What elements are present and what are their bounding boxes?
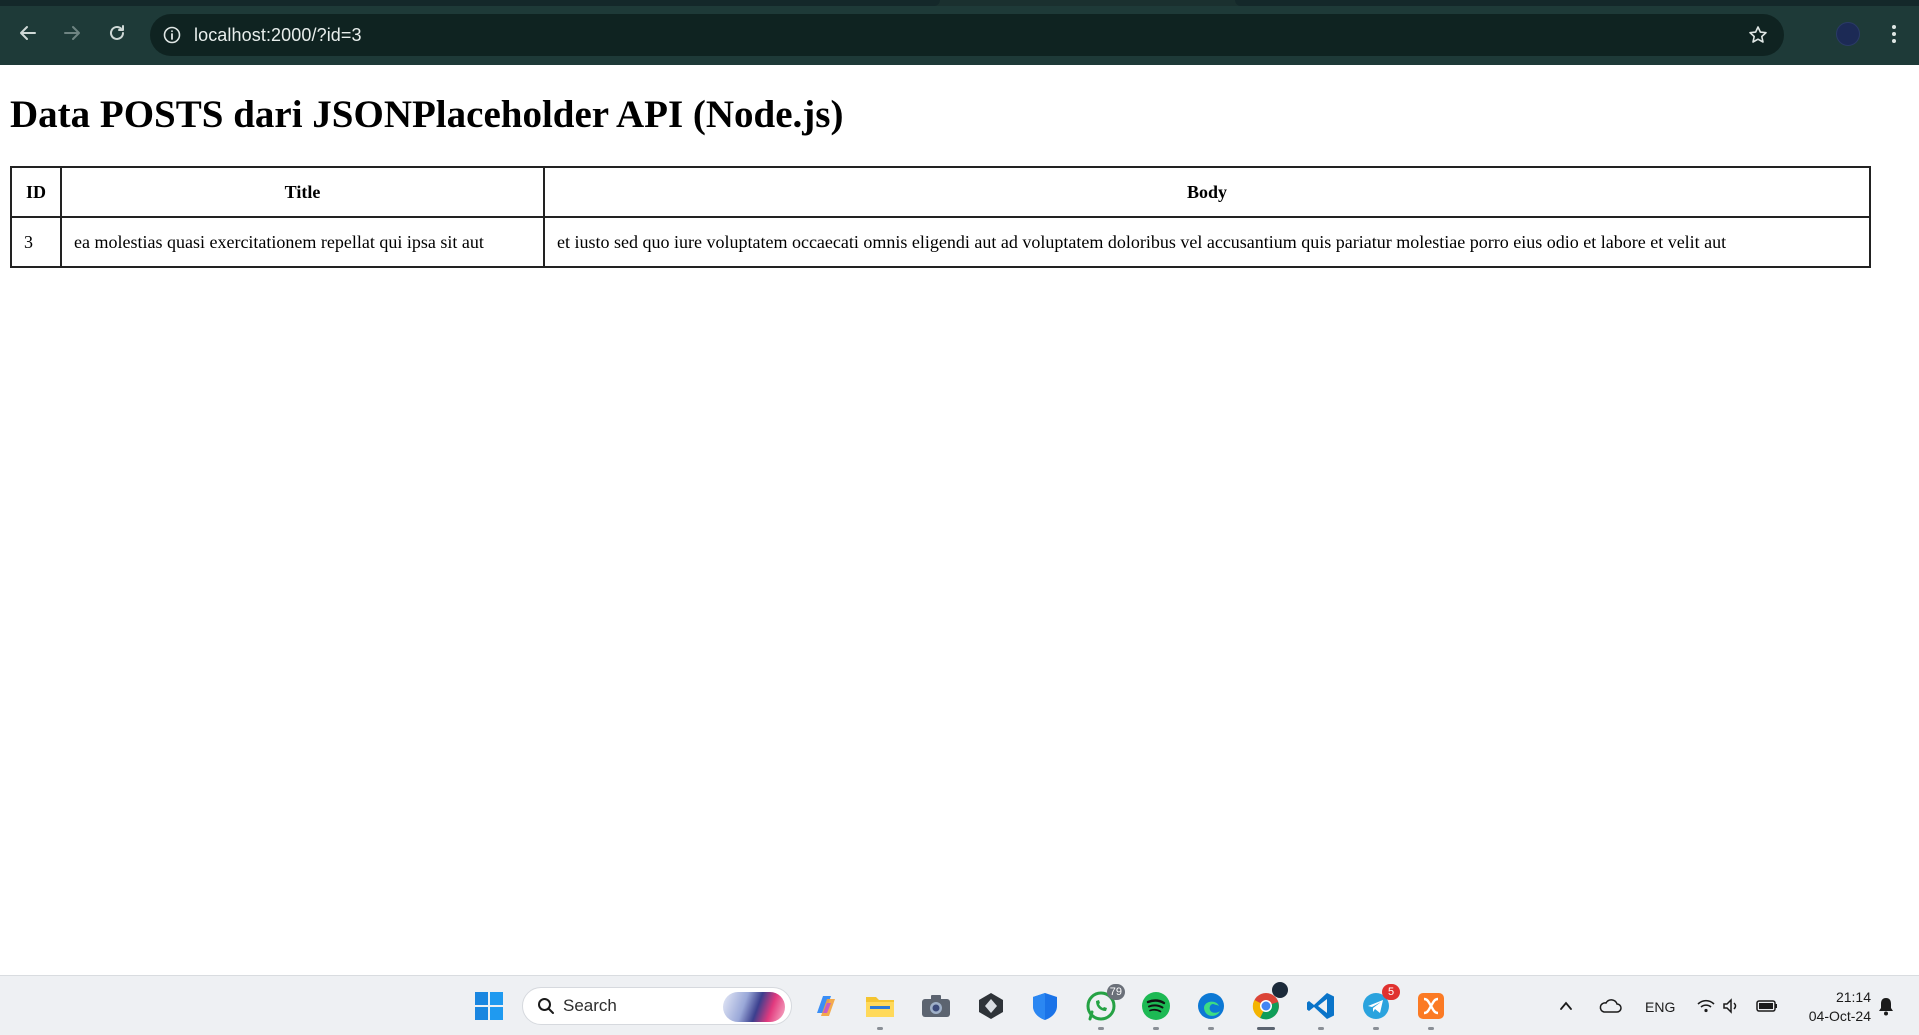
hexagon-app-icon (979, 993, 1003, 1019)
page-title: Data POSTS dari JSONPlaceholder API (Nod… (10, 93, 844, 136)
reload-icon (110, 25, 124, 40)
clock-date[interactable]: 04-Oct-24 (1796, 1008, 1871, 1024)
clock-time[interactable]: 21:14 (1829, 989, 1871, 1005)
cell-id: 3 (10, 216, 62, 268)
chevron-up-icon (1560, 1001, 1572, 1010)
table-header-row: ID Title Body (10, 166, 1871, 218)
show-hidden-icons[interactable] (1554, 988, 1578, 1024)
tab-strip (0, 0, 1919, 6)
security-app[interactable] (1027, 988, 1063, 1024)
arrow-right-icon (64, 26, 80, 40)
cloud-icon (1599, 999, 1622, 1013)
running-indicator (1098, 1027, 1104, 1030)
posts-table: ID Title Body 3 ea molestias quasi exerc… (10, 166, 1871, 268)
site-info-icon[interactable] (150, 14, 194, 56)
language-indicator[interactable]: ENG (1645, 999, 1675, 1015)
cell-body: et iusto sed quo iure voluptatem occaeca… (543, 216, 1871, 268)
camera-app[interactable] (918, 988, 954, 1024)
vscode-app[interactable] (1303, 988, 1339, 1030)
edge-icon (1198, 993, 1224, 1019)
windows-logo-icon (475, 992, 503, 1020)
spotify-app[interactable] (1138, 988, 1174, 1030)
profile-avatar[interactable] (1836, 22, 1860, 46)
chrome-profile-dot (1272, 982, 1288, 998)
bookmark-star-icon[interactable] (1746, 23, 1770, 47)
running-indicator (877, 1027, 883, 1030)
running-indicator (1428, 1027, 1434, 1030)
start-button[interactable] (471, 988, 507, 1024)
taskbar: Search 79 5 ENG 21:14 04-Oct-24 (0, 975, 1919, 1035)
shield-icon (1033, 993, 1057, 1020)
telegram-badge: 5 (1382, 984, 1400, 1000)
header-title: Title (60, 166, 545, 218)
url-text[interactable]: localhost:2000/?id=3 (194, 25, 362, 46)
battery-tray[interactable] (1752, 988, 1782, 1024)
dark-app[interactable] (973, 988, 1009, 1024)
running-indicator (1208, 1027, 1214, 1030)
taskbar-search[interactable]: Search (522, 987, 792, 1025)
volume-tray[interactable] (1718, 988, 1746, 1024)
whatsapp-badge: 79 (1106, 984, 1125, 1000)
tab-edge-left (0, 0, 940, 6)
file-explorer-app[interactable] (862, 988, 898, 1030)
running-indicator (1373, 1027, 1379, 1030)
back-button[interactable] (12, 17, 44, 49)
folder-icon (866, 997, 894, 1017)
chrome-app[interactable] (1248, 982, 1288, 1030)
vscode-icon (1307, 993, 1334, 1019)
search-highlight-art (723, 992, 785, 1022)
cell-title: ea molestias quasi exercitationem repell… (60, 216, 545, 268)
xampp-icon (1418, 993, 1444, 1019)
notifications-button[interactable] (1872, 988, 1900, 1024)
header-body: Body (543, 166, 1871, 218)
browser-toolbar: localhost:2000/?id=3 (0, 0, 1919, 65)
wifi-icon (1697, 999, 1715, 1013)
battery-charging-icon (1756, 1000, 1777, 1012)
table-row: 3 ea molestias quasi exercitationem repe… (10, 216, 1871, 268)
running-indicator (1153, 1027, 1159, 1030)
forward-button[interactable] (56, 17, 88, 49)
copilot-icon (817, 996, 835, 1016)
speaker-icon (1723, 998, 1737, 1014)
telegram-app[interactable]: 5 (1358, 984, 1400, 1030)
spotify-icon (1142, 992, 1170, 1020)
bell-icon (1879, 998, 1893, 1016)
tab-edge-right (1235, 0, 1919, 6)
search-icon (538, 998, 554, 1014)
page-content: Data POSTS dari JSONPlaceholder API (Nod… (0, 65, 1919, 975)
header-id: ID (10, 166, 62, 218)
edge-app[interactable] (1193, 988, 1229, 1030)
search-label: Search (563, 996, 617, 1015)
reload-button[interactable] (101, 17, 133, 49)
xampp-app[interactable] (1413, 988, 1449, 1030)
onedrive-tray[interactable] (1594, 988, 1626, 1024)
menu-kebab-icon[interactable] (1882, 20, 1906, 48)
whatsapp-app[interactable]: 79 (1083, 984, 1125, 1030)
copilot-app[interactable] (808, 988, 844, 1024)
address-bar[interactable]: localhost:2000/?id=3 (150, 14, 1784, 56)
arrow-left-icon (20, 26, 36, 40)
running-indicator (1318, 1027, 1324, 1030)
camera-icon (922, 995, 950, 1017)
network-tray[interactable] (1692, 988, 1720, 1024)
active-indicator (1257, 1027, 1275, 1030)
